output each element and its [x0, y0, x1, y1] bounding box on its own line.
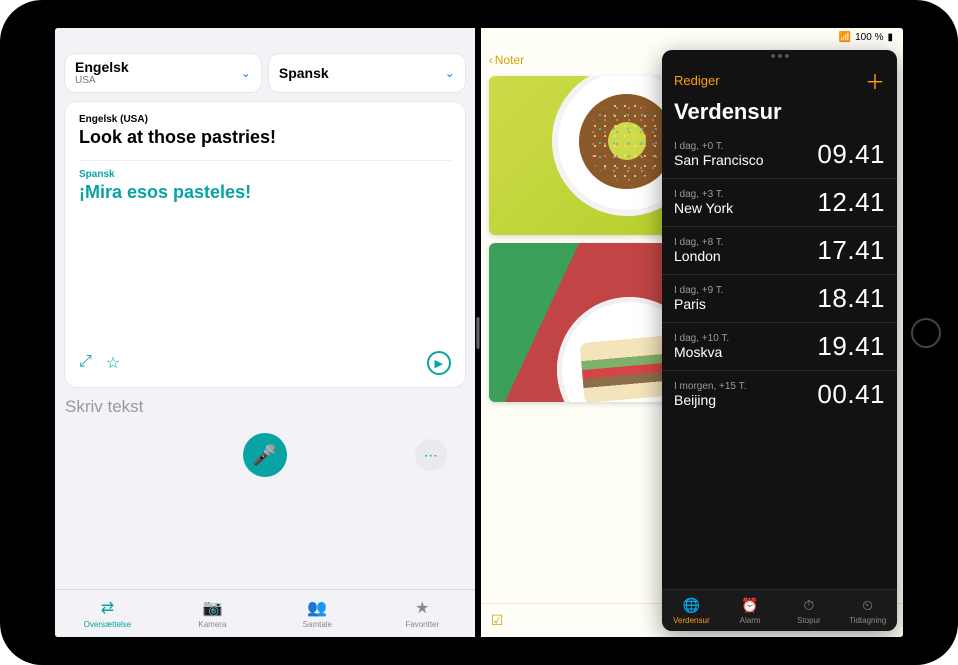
source-label: Engelsk (USA): [79, 114, 451, 125]
stopwatch-icon: ⏱: [803, 597, 814, 614]
world-clock-row[interactable]: I morgen, +15 T. Beijing 00.41: [662, 370, 897, 418]
tab-label: Kamera: [198, 620, 226, 629]
tab-label: Samtale: [303, 620, 332, 629]
chevron-left-icon: ‹: [489, 53, 493, 67]
clock-time: 18.41: [817, 283, 885, 314]
star-icon: ★: [415, 598, 429, 618]
clock-tab-alarm[interactable]: ⏰ Alarm: [721, 590, 780, 631]
clock-time: 17.41: [817, 235, 885, 266]
play-audio-button[interactable]: ▶: [427, 351, 451, 375]
clock-offset: I dag, +10 T.: [674, 333, 729, 345]
clock-city: London: [674, 248, 724, 264]
clock-city: Beijing: [674, 392, 746, 408]
note-image-sandwich[interactable]: [489, 243, 672, 402]
wifi-icon: 📶: [839, 32, 851, 43]
home-button[interactable]: [911, 318, 941, 348]
tab-camera[interactable]: 📷 Kamera: [160, 590, 265, 637]
chevron-down-icon: ⌄: [241, 66, 251, 80]
clock-time: 19.41: [817, 331, 885, 362]
clock-offset: I dag, +9 T.: [674, 285, 724, 297]
expand-icon[interactable]: ⤢: [79, 353, 92, 373]
tab-conversation[interactable]: 👥 Samtale: [265, 590, 370, 637]
clock-add-button[interactable]: ＋: [865, 66, 885, 95]
target-language-name: Spansk: [279, 66, 329, 81]
clock-city: Moskva: [674, 344, 729, 360]
multitask-grabber-slideover[interactable]: [771, 54, 789, 58]
world-clock-row[interactable]: I dag, +10 T. Moskva 19.41: [662, 322, 897, 370]
source-language-picker[interactable]: Engelsk USA ⌄: [65, 54, 261, 92]
clock-time: 09.41: [817, 139, 885, 170]
world-clock-row[interactable]: I dag, +9 T. Paris 18.41: [662, 274, 897, 322]
status-bar-right: 📶 100 % ▮: [839, 32, 893, 43]
clock-time: 12.41: [817, 187, 885, 218]
camera-icon: 📷: [202, 598, 222, 618]
clock-tab-worldclock[interactable]: 🌐 Verdensur: [662, 590, 721, 631]
microphone-button[interactable]: 🎤: [243, 433, 287, 477]
clock-city: New York: [674, 200, 733, 216]
world-clock-list[interactable]: I dag, +0 T. San Francisco 09.41 I dag, …: [662, 131, 897, 589]
card-actions: ⤢ ☆ ▶: [79, 351, 451, 375]
chevron-down-icon: ⌄: [445, 66, 455, 80]
translate-icon: ⇄: [101, 598, 114, 618]
microphone-icon: 🎤: [252, 443, 277, 468]
target-text[interactable]: ¡Mira esos pasteles!: [79, 182, 451, 203]
clock-tab-stopwatch[interactable]: ⏱ Stopur: [780, 590, 839, 631]
screen: 09.41 tir. 18. okt. Engelsk USA ⌄ Spansk: [55, 28, 903, 637]
note-image-donut[interactable]: [489, 76, 672, 235]
clock-tab-label: Stopur: [797, 616, 821, 625]
battery-icon: ▮: [887, 32, 893, 43]
clock-slideover: Rediger ＋ Verdensur I dag, +0 T. San Fra…: [662, 50, 897, 631]
world-clock-row[interactable]: I dag, +8 T. London 17.41: [662, 226, 897, 274]
target-label: Spansk: [79, 169, 451, 180]
clock-offset: I dag, +8 T.: [674, 237, 724, 249]
source-language-region: USA: [75, 75, 129, 86]
language-pickers: Engelsk USA ⌄ Spansk ⌄: [55, 50, 475, 102]
clock-tab-label: Verdensur: [673, 616, 709, 625]
globe-icon: 🌐: [683, 597, 700, 614]
clock-tab-label: Alarm: [740, 616, 761, 625]
clock-tab-label: Tidtagning: [849, 616, 886, 625]
ellipsis-icon: ⋯: [424, 447, 438, 464]
clock-city: San Francisco: [674, 152, 763, 168]
clock-edit-button[interactable]: Rediger: [674, 73, 720, 88]
target-language-picker[interactable]: Spansk ⌄: [269, 54, 465, 92]
source-language-name: Engelsk: [75, 60, 129, 75]
card-divider: [79, 160, 451, 161]
translate-app: Engelsk USA ⌄ Spansk ⌄ Engelsk (USA) Loo…: [55, 28, 475, 637]
checklist-icon[interactable]: ☑: [491, 612, 504, 629]
clock-city: Paris: [674, 296, 724, 312]
notes-back-label: Noter: [495, 53, 524, 67]
clock-offset: I morgen, +15 T.: [674, 381, 746, 393]
tab-label: Oversættelse: [84, 620, 132, 629]
world-clock-row[interactable]: I dag, +3 T. New York 12.41: [662, 178, 897, 226]
source-text[interactable]: Look at those pastries!: [79, 127, 451, 148]
world-clock-row[interactable]: I dag, +0 T. San Francisco 09.41: [662, 131, 897, 178]
clock-tab-timer[interactable]: ⏲ Tidtagning: [838, 590, 897, 631]
ipad-frame: 09.41 tir. 18. okt. Engelsk USA ⌄ Spansk: [0, 0, 958, 665]
battery-percent: 100 %: [855, 32, 883, 43]
notes-back-button[interactable]: ‹ Noter: [489, 53, 524, 67]
notes-app: 📶 100 % ▮ ‹ Noter: [481, 28, 903, 637]
favorite-icon[interactable]: ☆: [106, 353, 120, 373]
text-input[interactable]: Skriv tekst: [65, 397, 465, 417]
mic-row: 🎤 ⋯: [55, 417, 475, 485]
clock-tabbar: 🌐 Verdensur ⏰ Alarm ⏱ Stopur ⏲ Tidtagnin…: [662, 589, 897, 631]
clock-time: 00.41: [817, 379, 885, 410]
tab-label: Favoritter: [405, 620, 439, 629]
clock-title: Verdensur: [662, 99, 897, 131]
clock-offset: I dag, +0 T.: [674, 141, 763, 153]
translate-tabbar: ⇄ Oversættelse 📷 Kamera 👥 Samtale ★ Favo…: [55, 589, 475, 637]
people-icon: 👥: [307, 598, 327, 618]
clock-offset: I dag, +3 T.: [674, 189, 733, 201]
tab-favorites[interactable]: ★ Favoritter: [370, 590, 475, 637]
alarm-icon: ⏰: [741, 597, 758, 614]
translation-card: Engelsk (USA) Look at those pastries! Sp…: [65, 102, 465, 387]
tab-translate[interactable]: ⇄ Oversættelse: [55, 590, 160, 637]
more-button[interactable]: ⋯: [415, 439, 447, 471]
timer-icon: ⏲: [862, 597, 873, 614]
